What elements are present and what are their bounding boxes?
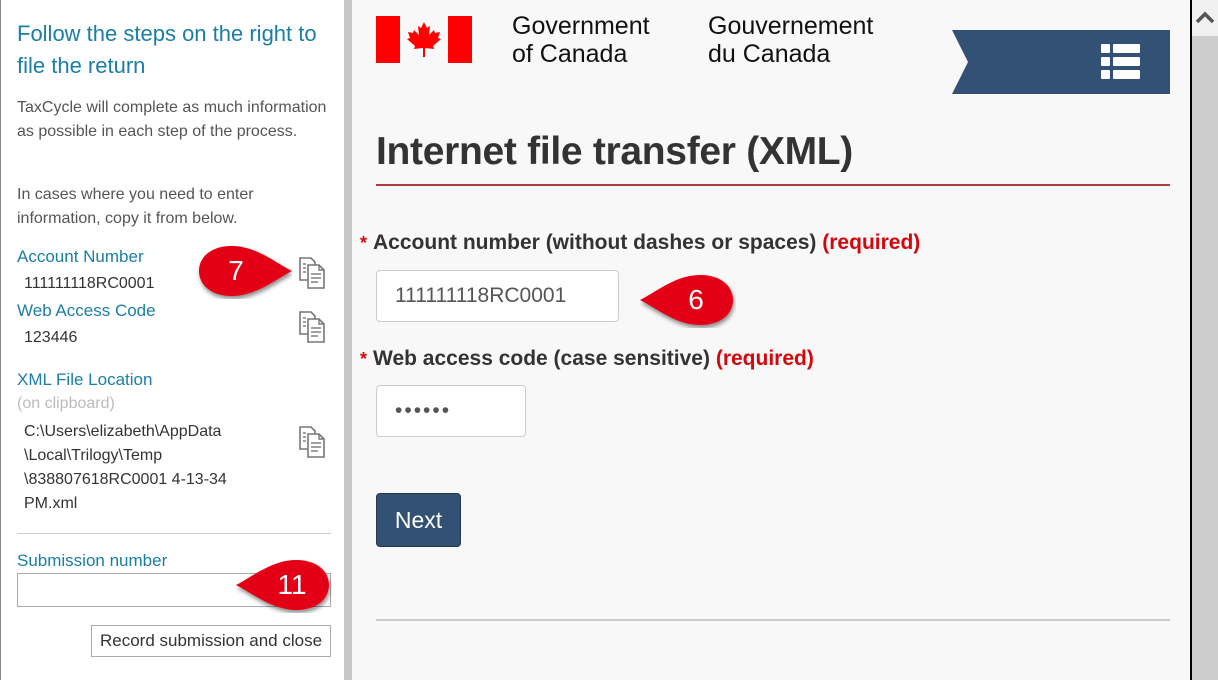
divider <box>376 619 1170 621</box>
web-access-code-label-text: Web access code (case sensitive) <box>373 347 710 370</box>
account-number-value: 111111118RC0001 <box>24 275 155 292</box>
panel-title: Follow the steps on the right to file th… <box>17 21 317 78</box>
vertical-scrollbar[interactable] <box>1192 0 1218 680</box>
account-number-label-text: Account number (without dashes or spaces… <box>373 231 817 254</box>
web-access-code-field-label: * Web access code (case sensitive) (requi… <box>360 347 814 371</box>
intro-text: TaxCycle will complete as much informati… <box>17 99 327 140</box>
required-asterisk: * <box>360 349 368 369</box>
required-tag: (required) <box>715 347 814 370</box>
web-access-code-input[interactable] <box>376 385 526 437</box>
list-menu-icon <box>1101 44 1140 79</box>
cra-web-page: Government of Canada Gouvernement du Can… <box>352 0 1190 680</box>
xml-file-location-label: XML File Location <box>17 370 153 389</box>
web-access-code-value: 123446 <box>24 329 78 346</box>
step-number: 6 <box>688 284 704 315</box>
scroll-up-button[interactable] <box>1192 0 1218 36</box>
chevron-up-icon <box>1195 11 1215 24</box>
canada-flag-icon <box>376 16 472 63</box>
xml-path-line: PM.xml <box>24 495 78 512</box>
account-number-field-label: * Account number (without dashes or space… <box>360 231 920 255</box>
xml-path-line: C:\Users\elizabeth\AppData <box>24 423 222 440</box>
title-underline <box>376 184 1170 186</box>
wordmark-line: du Canada <box>708 40 831 68</box>
copy-account-number-icon[interactable] <box>297 256 327 290</box>
step-number: 11 <box>277 569 307 600</box>
record-submission-button[interactable]: Record submission and close <box>91 625 331 657</box>
required-tag: (required) <box>822 231 921 254</box>
xml-path-line: \Local\Trilogy\Temp <box>24 447 163 464</box>
page-title: Internet file transfer (XML) <box>376 130 853 173</box>
on-clipboard-hint: (on clipboard) <box>17 395 115 412</box>
account-number-label: Account Number <box>17 247 144 266</box>
gouvernement-du-canada-wordmark: Gouvernement du Canada <box>708 12 873 68</box>
required-asterisk: * <box>360 233 368 253</box>
copy-web-access-code-icon[interactable] <box>297 310 327 344</box>
copy-xml-location-icon[interactable] <box>297 425 327 459</box>
account-number-input[interactable] <box>376 270 619 322</box>
next-button[interactable]: Next <box>376 493 461 547</box>
government-of-canada-wordmark: Government of Canada <box>512 12 650 68</box>
xml-path-line: \838807618RC0001 4-13-34 <box>24 471 227 488</box>
submission-number-label: Submission number <box>17 551 168 570</box>
pane-splitter[interactable] <box>344 0 352 680</box>
divider <box>17 533 331 534</box>
xml-file-path: C:\Users\elizabeth\AppData \Local\Trilog… <box>24 420 227 516</box>
step-number: 7 <box>228 255 244 286</box>
copy-instructions: In cases where you need to enter informa… <box>17 186 254 227</box>
menu-button[interactable] <box>952 30 1170 94</box>
wordmark-line: of Canada <box>512 40 628 68</box>
wordmark-line: Gouvernement <box>708 12 874 40</box>
wordmark-line: Government <box>512 12 650 40</box>
web-access-code-label: Web Access Code <box>17 301 156 320</box>
